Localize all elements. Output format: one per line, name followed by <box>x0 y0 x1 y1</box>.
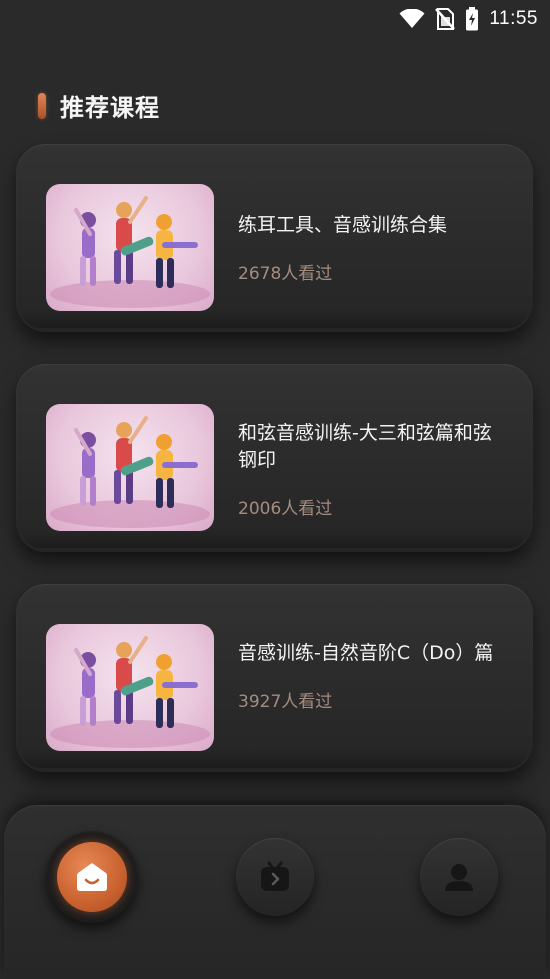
course-thumbnail <box>46 184 214 311</box>
no-sim-icon <box>435 8 456 30</box>
nav-video-button[interactable] <box>236 838 314 916</box>
battery-charging-icon <box>465 7 479 31</box>
course-card[interactable]: 和弦音感训练-大三和弦篇和弦钢印 2006人看过 <box>16 364 533 552</box>
course-thumbnail <box>46 624 214 751</box>
course-thumbnail <box>46 404 214 531</box>
course-card[interactable]: 音感训练-自然音阶C（Do）篇 3927人看过 <box>16 584 533 772</box>
course-info: 音感训练-自然音阶C（Do）篇 3927人看过 <box>238 640 509 712</box>
band-illustration-icon <box>50 416 210 528</box>
course-info: 练耳工具、音感训练合集 2678人看过 <box>238 212 509 284</box>
status-bar: 11:55 <box>0 0 550 38</box>
wifi-icon <box>399 9 425 29</box>
band-illustration-icon <box>50 196 210 308</box>
section-title: 推荐课程 <box>60 94 160 122</box>
course-views: 2006人看过 <box>238 499 333 519</box>
bottom-nav <box>4 805 546 979</box>
home-smile-icon <box>77 863 107 891</box>
course-title: 和弦音感训练-大三和弦篇和弦钢印 <box>238 422 492 471</box>
profile-icon <box>445 864 473 891</box>
nav-home-button[interactable] <box>46 831 138 923</box>
course-title: 练耳工具、音感训练合集 <box>238 214 448 236</box>
course-card[interactable]: 练耳工具、音感训练合集 2678人看过 <box>16 144 533 332</box>
section-header: 推荐课程 <box>38 88 160 123</box>
band-illustration-icon <box>50 636 210 748</box>
course-views: 2678人看过 <box>238 264 333 284</box>
nav-profile-button[interactable] <box>420 838 498 916</box>
status-time: 11:55 <box>489 8 538 29</box>
course-info: 和弦音感训练-大三和弦篇和弦钢印 2006人看过 <box>238 420 509 519</box>
app-screen: 11:55 推荐课程 练耳工具、音感训练合集 2678人看过 和弦音感训练-大三… <box>0 0 550 979</box>
course-views: 3927人看过 <box>238 692 333 712</box>
section-marker <box>38 92 46 119</box>
course-title: 音感训练-自然音阶C（Do）篇 <box>238 642 494 664</box>
video-tv-icon <box>261 861 289 891</box>
